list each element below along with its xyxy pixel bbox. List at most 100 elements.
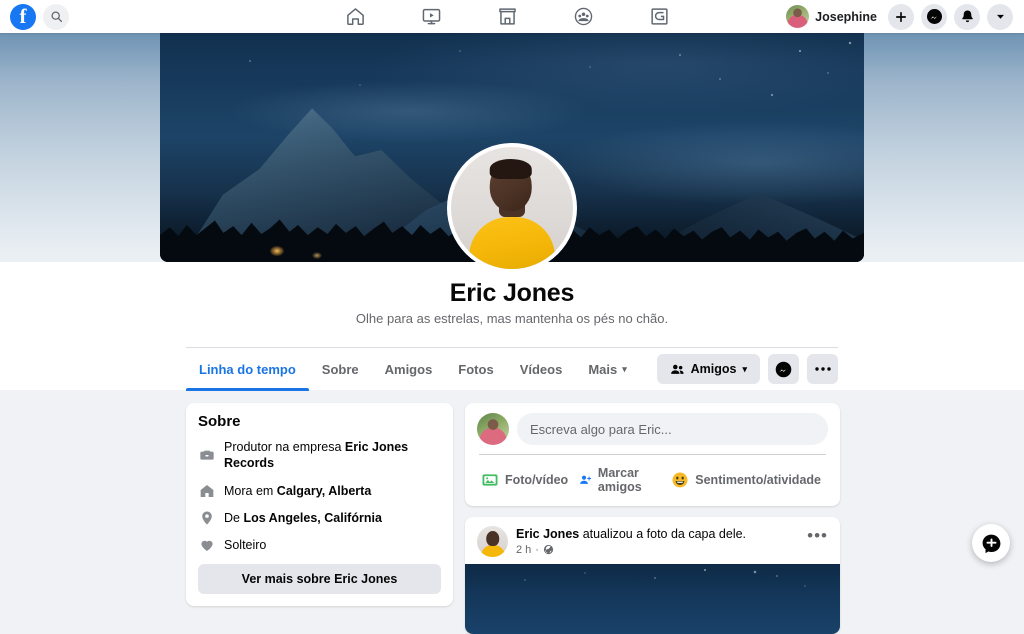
profile-photo-image — [451, 147, 573, 269]
topbar-nav — [260, 5, 754, 29]
composer-tag-friends-button[interactable]: Marcar amigos — [575, 462, 667, 498]
tab-mais[interactable]: Mais ▾ — [575, 348, 639, 391]
home-icon — [345, 6, 366, 27]
gaming-icon — [649, 6, 670, 27]
post-author-name[interactable]: Eric Jones — [516, 527, 579, 541]
composer-action-label: Sentimento/atividade — [695, 473, 821, 487]
profile-photo-sweater — [469, 217, 555, 269]
tab-sobre[interactable]: Sobre — [309, 348, 372, 391]
post-header: Eric Jones atualizou a foto da capa dele… — [465, 517, 840, 564]
tab-videos[interactable]: Vídeos — [507, 348, 576, 391]
tab-label: Mais — [588, 362, 617, 377]
heart-icon — [198, 537, 215, 553]
nav-gaming[interactable] — [647, 5, 671, 29]
see-more-about-button[interactable]: Ver mais sobre Eric Jones — [198, 564, 441, 594]
post-text-block: Eric Jones atualizou a foto da capa dele… — [516, 526, 799, 556]
post-more-options[interactable]: ••• — [807, 526, 828, 541]
new-message-icon — [981, 533, 1002, 554]
tab-label: Vídeos — [520, 362, 563, 377]
nav-home[interactable] — [343, 5, 367, 29]
about-row-work: Produtor na empresa Eric Jones Records — [198, 439, 441, 472]
tab-fotos[interactable]: Fotos — [445, 348, 506, 391]
facebook-logo[interactable] — [10, 4, 36, 30]
feeling-activity-icon — [671, 471, 689, 489]
post-title-line: Eric Jones atualizou a foto da capa dele… — [516, 526, 799, 543]
topbar-right: Josephine — [754, 4, 1024, 30]
tab-linha-do-tempo[interactable]: Linha do tempo — [186, 348, 309, 391]
messenger-button[interactable] — [921, 4, 947, 30]
avatar — [786, 5, 809, 28]
post-avatar-sweater — [481, 545, 505, 557]
about-row-text: De Los Angeles, Califórnia — [224, 510, 382, 526]
friends-button[interactable]: Amigos ▾ — [657, 354, 760, 384]
composer-action-label: Foto/vídeo — [505, 473, 568, 487]
about-row-lives-in: Mora em Calgary, Alberta — [198, 483, 441, 499]
about-card-title: Sobre — [198, 413, 441, 430]
new-message-fab[interactable] — [972, 524, 1010, 562]
friends-button-label: Amigos — [691, 362, 737, 376]
cover-light-glow-secondary — [312, 252, 322, 259]
composer-avatar[interactable] — [477, 413, 509, 445]
profile-photo[interactable] — [447, 143, 577, 273]
cover-light-glow — [270, 246, 284, 256]
composer-action-label: Marcar amigos — [598, 466, 660, 494]
briefcase-icon — [198, 447, 215, 463]
tab-label: Amigos — [385, 362, 433, 377]
messenger-icon — [775, 361, 792, 378]
post-timestamp[interactable]: 2 h — [516, 544, 531, 556]
home-icon — [198, 483, 215, 499]
tab-amigos[interactable]: Amigos — [372, 348, 446, 391]
marketplace-shop-icon — [497, 6, 518, 27]
post-action-text: atualizou a foto da capa dele. — [579, 527, 746, 541]
groups-icon — [573, 6, 594, 27]
search-icon — [50, 10, 63, 23]
about-row-text: Solteiro — [224, 537, 266, 553]
plus-icon — [894, 10, 908, 24]
nav-groups[interactable] — [571, 5, 595, 29]
composer-input-row: Escreva algo para Eric... — [477, 413, 828, 445]
profile-action-buttons: Amigos ▾ — [657, 354, 838, 384]
messenger-icon — [926, 8, 943, 25]
composer-input[interactable]: Escreva algo para Eric... — [517, 413, 828, 445]
profile-photo-hair — [490, 159, 532, 179]
tag-friends-icon — [579, 471, 592, 489]
nav-watch[interactable] — [419, 5, 443, 29]
composer-photo-video-button[interactable]: Foto/vídeo — [477, 467, 575, 493]
location-pin-icon — [198, 510, 215, 526]
post-composer: Escreva algo para Eric... Foto/vídeo — [465, 403, 840, 506]
photo-video-icon — [481, 471, 499, 489]
message-button[interactable] — [768, 354, 799, 384]
composer-feeling-activity-button[interactable]: Sentimento/atividade — [667, 467, 828, 493]
about-row-relationship: Solteiro — [198, 537, 441, 553]
top-navigation-bar: Josephine — [0, 0, 1024, 33]
create-button[interactable] — [888, 4, 914, 30]
globe-icon — [543, 544, 554, 555]
composer-actions: Foto/vídeo Marcar amigos Sentime — [477, 455, 828, 498]
post-image[interactable] — [465, 564, 840, 634]
post-meta-separator: · — [535, 544, 539, 556]
nav-marketplace[interactable] — [495, 5, 519, 29]
tab-label: Fotos — [458, 362, 493, 377]
ellipsis-icon — [815, 367, 831, 371]
friends-icon — [670, 362, 685, 377]
post-author-avatar[interactable] — [477, 526, 508, 557]
tab-label: Sobre — [322, 362, 359, 377]
about-row-text: Mora em Calgary, Alberta — [224, 483, 371, 499]
about-row-text: Produtor na empresa Eric Jones Records — [224, 439, 441, 472]
chevron-down-icon — [995, 11, 1006, 22]
page-title: Eric Jones — [0, 279, 1024, 308]
profile-tab-bar: Linha do tempo Sobre Amigos Fotos Vídeos… — [186, 347, 838, 390]
profile-bio: Olhe para as estrelas, mas mantenha os p… — [0, 311, 1024, 326]
more-options-button[interactable] — [807, 354, 838, 384]
account-menu-button[interactable] — [987, 4, 1013, 30]
chevron-down-icon: ▾ — [742, 364, 747, 375]
topbar-left — [0, 4, 300, 30]
bell-icon — [960, 9, 975, 24]
notifications-button[interactable] — [954, 4, 980, 30]
post-avatar-head — [486, 531, 499, 546]
account-chip[interactable]: Josephine — [786, 5, 877, 28]
watch-video-icon — [421, 6, 442, 27]
chevron-down-icon: ▾ — [622, 364, 627, 375]
search-button[interactable] — [43, 4, 69, 30]
main-feed-column: Escreva algo para Eric... Foto/vídeo — [465, 403, 840, 634]
